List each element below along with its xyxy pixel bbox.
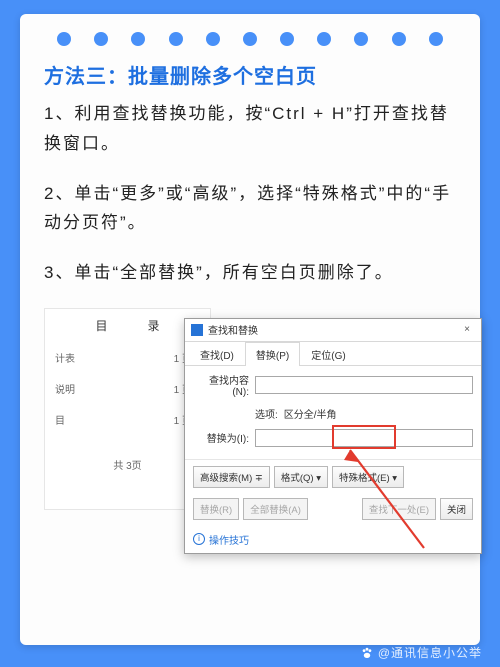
step-3: 3、单击“全部替换”，所有空白页删除了。 (44, 258, 456, 288)
more-search-button[interactable]: 高级搜索(M) ∓ (193, 466, 270, 488)
find-next-button[interactable]: 查找下一处(E) (362, 498, 436, 520)
dialog-icon (191, 324, 203, 336)
options-label: 选项: (255, 406, 278, 421)
replace-input[interactable] (255, 429, 473, 447)
toc-item-label: 说明 (55, 381, 75, 396)
step-2: 2、单击“更多”或“高级”，选择“特殊格式”中的“手动分页符”。 (44, 179, 456, 239)
replace-all-button[interactable]: 全部替换(A) (243, 498, 308, 520)
tab-replace[interactable]: 替换(P) (245, 342, 300, 366)
spiral-holes (20, 32, 480, 46)
method-title: 方法三：批量删除多个空白页 (44, 60, 456, 89)
watermark: @通讯信息小公举 (360, 644, 482, 661)
toc-item-label: 目 (55, 412, 65, 427)
format-button[interactable]: 格式(Q) ▾ (274, 466, 328, 488)
find-replace-dialog: 查找和替换 × 查找(D) 替换(P) 定位(G) 查找内容(N): 选项: 区… (184, 318, 482, 554)
options-value: 区分全/半角 (284, 406, 337, 421)
tab-find[interactable]: 查找(D) (189, 342, 245, 365)
step-1: 1、利用查找替换功能，按“Ctrl + H”打开查找替换窗口。 (44, 99, 456, 159)
screenshot-area: 目 录 计表1 页 说明1 页 目1 页 共 3页 查找和替换 × 查找(D) … (44, 308, 456, 546)
replace-label: 替换为(I): (193, 430, 255, 445)
toc-item-label: 计表 (55, 350, 75, 365)
paw-icon (360, 646, 374, 660)
tip-icon: i (193, 533, 205, 545)
close-icon[interactable]: × (457, 324, 477, 335)
close-button[interactable]: 关闭 (440, 498, 473, 520)
dialog-title: 查找和替换 (208, 322, 457, 337)
tab-goto[interactable]: 定位(G) (300, 342, 356, 365)
special-format-button[interactable]: 特殊格式(E) ▾ (332, 466, 404, 488)
find-label: 查找内容(N): (193, 372, 255, 398)
replace-button[interactable]: 替换(R) (193, 498, 239, 520)
watermark-text: @通讯信息小公举 (378, 644, 482, 661)
tip-link[interactable]: 操作技巧 (209, 532, 249, 547)
find-input[interactable] (255, 376, 473, 394)
